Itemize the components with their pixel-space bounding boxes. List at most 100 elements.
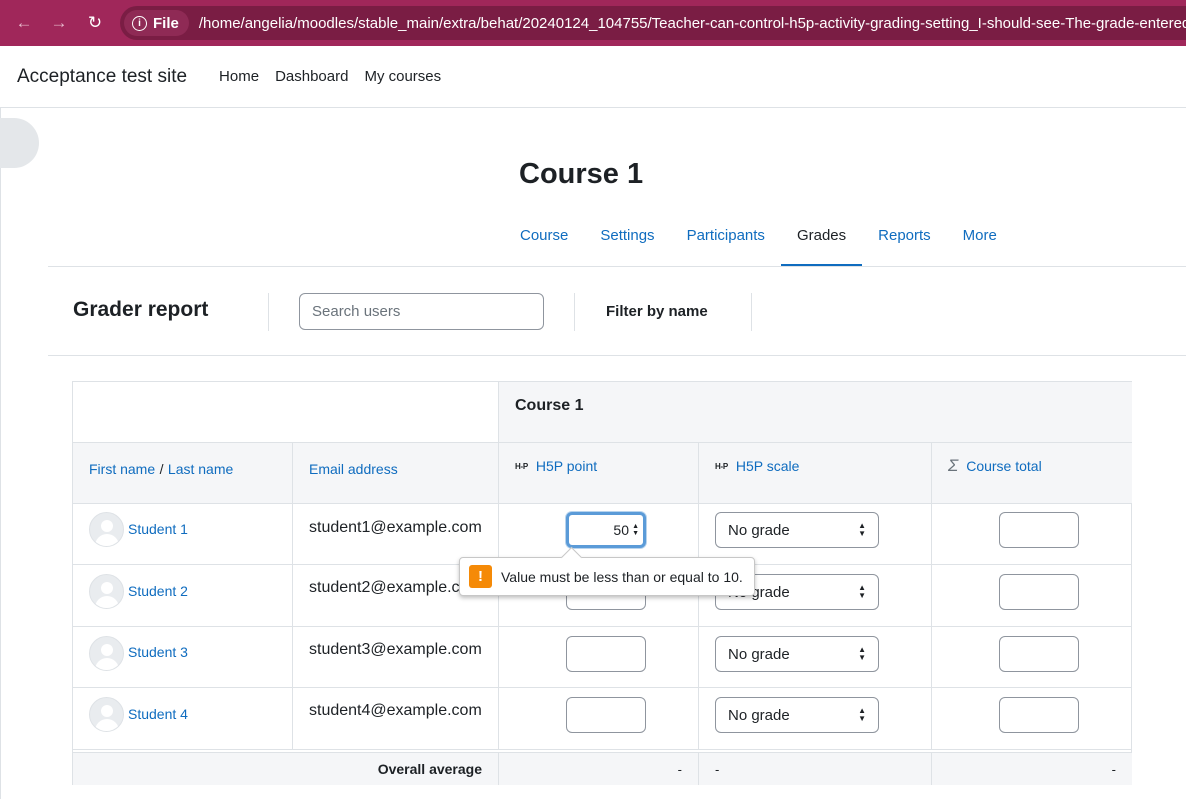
validation-message: Value must be less than or equal to 10.: [501, 568, 743, 585]
divider: [574, 293, 575, 331]
select-caret-icon: ▲ ▼: [858, 645, 866, 662]
scale-select[interactable]: No grade ▲ ▼: [715, 697, 879, 733]
email-cell: student4@example.com: [293, 688, 499, 750]
sort-email-link[interactable]: Email address: [309, 461, 398, 477]
secondary-navigation: Course Settings Participants Grades Repo…: [504, 218, 1013, 267]
table-row: Student 1: [73, 504, 293, 565]
avatar: [89, 512, 124, 547]
page-title: Course 1: [519, 158, 644, 190]
student-name-link[interactable]: Student 4: [128, 706, 188, 722]
total-cell: [932, 504, 1132, 565]
total-cell: [932, 565, 1132, 627]
total-cell: [932, 627, 1132, 688]
primary-navigation: Home Dashboard My courses: [219, 68, 457, 85]
sort-last-name-link[interactable]: Last name: [168, 461, 233, 477]
nav-my-courses-link[interactable]: My courses: [364, 68, 441, 85]
overall-average-label: Overall average: [377, 761, 482, 777]
file-label: File: [153, 14, 179, 32]
overall-average-scale: -: [715, 762, 720, 777]
student-email: student1@example.com: [309, 519, 482, 536]
student-name-link[interactable]: Student 1: [128, 521, 188, 537]
divider: [751, 293, 752, 331]
back-arrow-icon[interactable]: ←: [10, 9, 38, 37]
category-header-cell: Course 1: [499, 382, 1132, 443]
site-info-chip[interactable]: i File: [124, 10, 189, 36]
tab-participants[interactable]: Participants: [671, 218, 781, 267]
course-total-link[interactable]: Course total: [966, 458, 1041, 474]
url-text[interactable]: /home/angelia/moodles/stable_main/extra/…: [199, 15, 1186, 32]
site-name[interactable]: Acceptance test site: [17, 66, 187, 88]
filter-by-name-button[interactable]: Filter by name: [606, 303, 708, 320]
nav-home-link[interactable]: Home: [219, 68, 259, 85]
name-header-cell: First name / Last name: [73, 443, 293, 504]
avatar: [89, 574, 124, 609]
nav-dashboard-link[interactable]: Dashboard: [275, 68, 348, 85]
student-email: student3@example.com: [309, 641, 482, 658]
avatar: [89, 636, 124, 671]
scale-select-value: No grade: [728, 646, 790, 663]
search-users-input[interactable]: [299, 293, 544, 330]
address-bar[interactable]: i File /home/angelia/moodles/stable_main…: [120, 6, 1186, 40]
top-navbar: Acceptance test site Home Dashboard My c…: [0, 46, 1186, 108]
grade-input[interactable]: [566, 697, 646, 733]
total-input[interactable]: [999, 636, 1079, 672]
overall-average-total-cell: -: [932, 752, 1132, 785]
validation-tooltip: ! Value must be less than or equal to 10…: [459, 557, 755, 596]
total-cell: [932, 688, 1132, 750]
info-icon: i: [132, 15, 147, 31]
select-caret-icon: ▲ ▼: [858, 706, 866, 723]
h5p-scale-cell: No grade ▲ ▼: [699, 504, 932, 565]
grade-input[interactable]: 50 ▲ ▼: [566, 512, 646, 548]
sort-first-name-link[interactable]: First name: [89, 461, 155, 477]
h5p-point-cell: 50 ▲ ▼: [499, 504, 699, 565]
tab-settings[interactable]: Settings: [584, 218, 670, 267]
overall-average-point-cell: -: [499, 752, 699, 785]
overall-average-scale-cell: -: [699, 752, 932, 785]
scale-select-value: No grade: [728, 522, 790, 539]
h5p-point-header-cell: H-P H5P point: [499, 443, 699, 504]
tab-more[interactable]: More: [947, 218, 1013, 267]
student-email: student2@example.com: [309, 579, 482, 596]
scale-select[interactable]: No grade ▲ ▼: [715, 512, 879, 548]
scale-select[interactable]: No grade ▲ ▼: [715, 636, 879, 672]
grade-value: 50: [613, 522, 629, 538]
h5p-point-cell: [499, 627, 699, 688]
h5p-point-cell: [499, 688, 699, 750]
course-total-header-cell: Σ Course total: [932, 443, 1132, 504]
total-input[interactable]: [999, 512, 1079, 548]
student-email: student4@example.com: [309, 702, 482, 719]
h5p-scale-cell: No grade ▲ ▼: [699, 627, 932, 688]
empty-header-cell: [73, 382, 499, 443]
spinner-icon[interactable]: ▲ ▼: [632, 523, 639, 537]
overall-average-point: -: [677, 762, 682, 777]
divider: [268, 293, 269, 331]
avatar: [89, 697, 124, 732]
h5p-icon: H-P: [715, 462, 728, 471]
tab-course[interactable]: Course: [504, 218, 584, 267]
student-name-link[interactable]: Student 2: [128, 583, 188, 599]
grade-input[interactable]: [566, 636, 646, 672]
table-row: Student 4: [73, 688, 293, 750]
tab-grades[interactable]: Grades: [780, 218, 863, 267]
tertiary-navigation: Grader report Filter by name: [48, 267, 1186, 356]
student-name-link[interactable]: Student 3: [128, 644, 188, 660]
browser-toolbar: ← → ↻ i File /home/angelia/moodles/stabl…: [0, 0, 1186, 46]
total-input[interactable]: [999, 697, 1079, 733]
h5p-scale-cell: No grade ▲ ▼: [699, 688, 932, 750]
email-header-cell: Email address: [293, 443, 499, 504]
page-left-border: [0, 108, 1, 799]
forward-arrow-icon[interactable]: →: [45, 9, 73, 37]
category-name: Course 1: [515, 397, 584, 414]
h5p-point-link[interactable]: H5P point: [536, 458, 597, 474]
overall-average-label-cell: Overall average: [73, 752, 499, 785]
warning-icon: !: [469, 565, 492, 588]
course-index-drawer-toggle[interactable]: [0, 118, 39, 168]
h5p-scale-header-cell: H-P H5P scale: [699, 443, 932, 504]
total-input[interactable]: [999, 574, 1079, 610]
tab-reports[interactable]: Reports: [862, 218, 947, 267]
h5p-icon: H-P: [515, 462, 528, 471]
h5p-scale-link[interactable]: H5P scale: [736, 458, 800, 474]
email-cell: student1@example.com: [293, 504, 499, 565]
reload-icon[interactable]: ↻: [81, 9, 109, 37]
table-row: Student 3: [73, 627, 293, 688]
